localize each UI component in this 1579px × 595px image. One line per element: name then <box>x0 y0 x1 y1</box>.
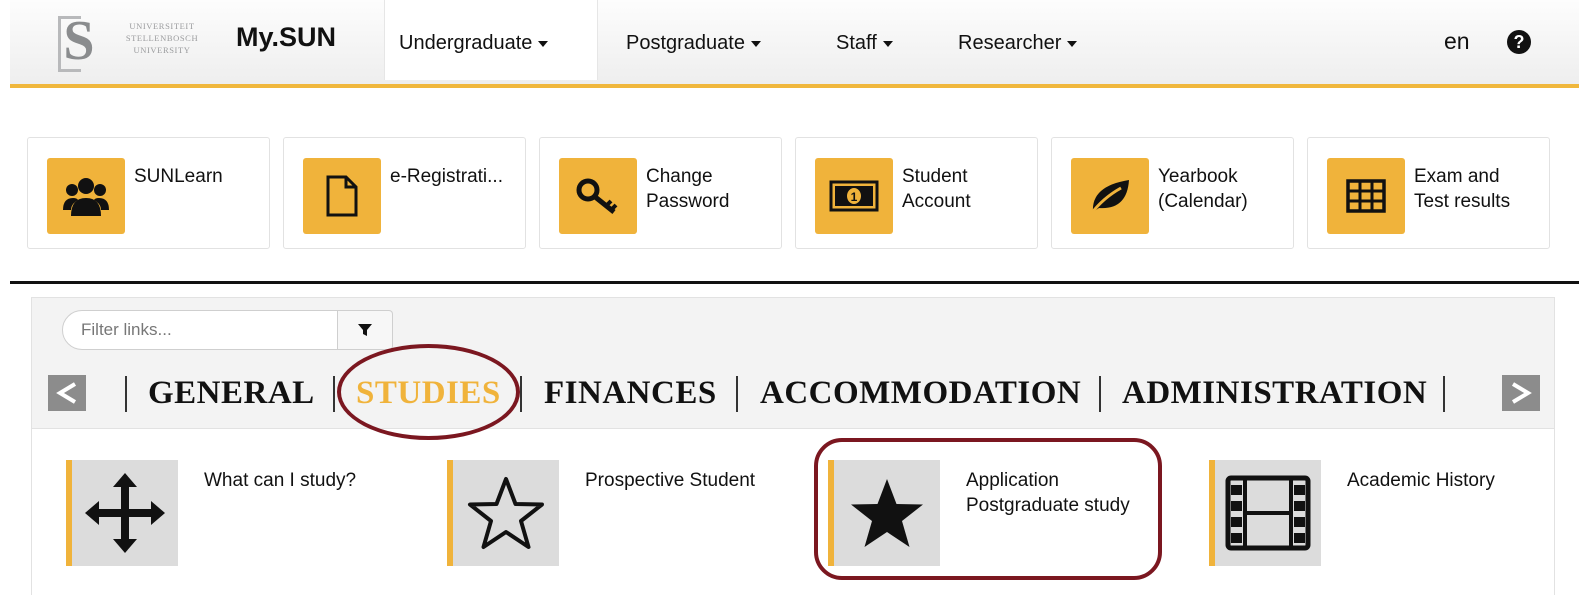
tile-label: Yearbook (Calendar) <box>1158 166 1248 212</box>
table-icon <box>1327 158 1405 234</box>
tile-label: Student Account <box>902 166 971 212</box>
tile-yearbook[interactable]: Yearbook (Calendar) <box>1051 137 1294 249</box>
link-label: Academic History <box>1347 470 1495 491</box>
filter-icon <box>358 324 372 336</box>
tile-change-password[interactable]: Change Password <box>539 137 782 249</box>
users-icon <box>47 158 125 234</box>
category-accommodation[interactable]: ACCOMMODATION <box>760 372 1081 414</box>
tile-label: Change Password <box>646 166 730 212</box>
arrows-move-icon <box>66 460 178 566</box>
category-separator <box>520 376 522 412</box>
tile-label: Exam and Test results <box>1414 166 1511 212</box>
link-academic-history[interactable]: Academic History <box>1209 460 1569 570</box>
leaf-icon <box>1071 158 1149 234</box>
nav-undergraduate[interactable]: Undergraduate <box>384 0 598 80</box>
key-icon <box>559 158 637 234</box>
language-switch[interactable]: en <box>1444 28 1470 55</box>
category-separator <box>1443 376 1445 412</box>
brand-title[interactable]: My.SUN <box>236 22 336 53</box>
link-label: Application Postgraduate study <box>966 470 1130 516</box>
caret-down-icon <box>750 40 761 47</box>
links-panel-header: GENERAL STUDIES FINANCES ACCOMMODATION A… <box>32 298 1554 429</box>
film-icon <box>1209 460 1321 566</box>
svg-text:1: 1 <box>851 190 858 204</box>
nav-staff[interactable]: Staff <box>822 0 907 80</box>
tile-label: e-Registrati... <box>390 166 503 187</box>
arrow-right-icon <box>1511 382 1532 404</box>
category-separator <box>1099 376 1101 412</box>
question-circle-icon[interactable]: ? <box>1507 30 1531 54</box>
tile-e-registration[interactable]: e-Registrati... <box>283 137 526 249</box>
category-separator <box>736 376 738 412</box>
section-divider <box>10 281 1579 284</box>
filter-links-input[interactable] <box>62 310 338 350</box>
prev-category-button[interactable] <box>48 375 86 411</box>
category-administration[interactable]: ADMINISTRATION <box>1122 372 1427 414</box>
next-category-button[interactable] <box>1502 375 1540 411</box>
category-finances[interactable]: FINANCES <box>544 372 717 414</box>
category-separator <box>125 376 127 412</box>
tile-sunlearn[interactable]: SUNLearn <box>27 137 270 249</box>
university-logo[interactable]: S UNIVERSITEIT STELLENBOSCH UNIVERSITY <box>56 13 216 72</box>
link-application-postgraduate-study[interactable]: Application Postgraduate study <box>828 460 1188 570</box>
caret-down-icon <box>1067 40 1078 47</box>
logo-mark: S <box>56 13 102 72</box>
tile-exam-results[interactable]: Exam and Test results <box>1307 137 1550 249</box>
nav-researcher[interactable]: Researcher <box>944 0 1091 80</box>
star-outline-icon <box>447 460 559 566</box>
link-label: Prospective Student <box>585 470 756 491</box>
logo-text: UNIVERSITEIT STELLENBOSCH UNIVERSITY <box>125 21 199 55</box>
links-panel: GENERAL STUDIES FINANCES ACCOMMODATION A… <box>31 297 1555 595</box>
category-general[interactable]: GENERAL <box>148 372 315 414</box>
link-label: What can I study? <box>204 470 357 491</box>
file-icon <box>303 158 381 234</box>
category-studies[interactable]: STUDIES <box>356 372 501 414</box>
nav-postgraduate[interactable]: Postgraduate <box>612 0 775 80</box>
star-icon <box>828 460 940 566</box>
tile-student-account[interactable]: 1 Student Account <box>795 137 1038 249</box>
caret-down-icon <box>882 40 893 47</box>
caret-down-icon <box>538 40 549 47</box>
money-icon: 1 <box>815 158 893 234</box>
arrow-left-icon <box>56 382 77 404</box>
top-navbar: S UNIVERSITEIT STELLENBOSCH UNIVERSITY M… <box>10 0 1579 88</box>
tile-label: SUNLearn <box>134 166 223 187</box>
category-separator <box>333 376 335 412</box>
link-what-can-i-study[interactable]: What can I study? <box>66 460 426 570</box>
filter-button[interactable] <box>338 310 393 350</box>
link-prospective-student[interactable]: Prospective Student <box>447 460 807 570</box>
